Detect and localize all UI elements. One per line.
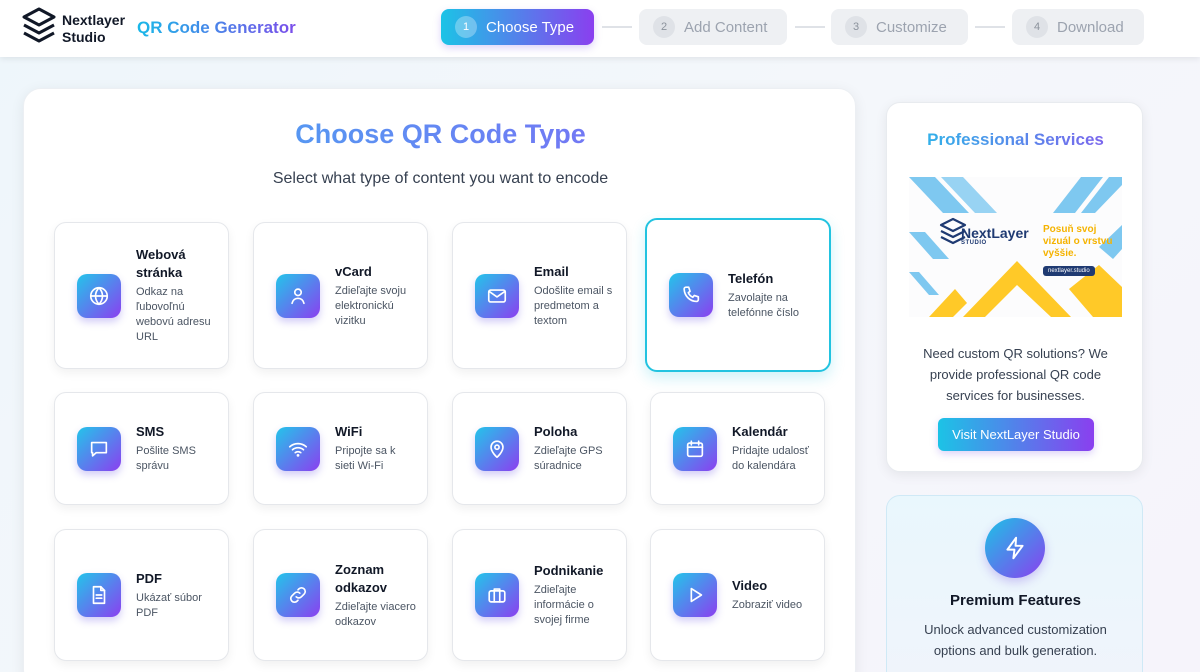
premium-title: Premium Features <box>950 592 1081 609</box>
type-description: Ukázať súbor PDF <box>136 591 202 619</box>
page-subtitle: Select what type of content you want to … <box>272 170 609 187</box>
type-title: WiFi <box>335 424 363 439</box>
step-number: 3 <box>845 16 867 38</box>
type-card-email[interactable]: Email Odošlite email s predmetom a texto… <box>452 222 627 369</box>
message-icon <box>77 426 121 471</box>
brand-line1: Nextlayer <box>62 12 126 28</box>
type-description: Odkaz na ľubovoľnú webovú adresu URL <box>136 286 211 343</box>
step-connector <box>602 26 632 28</box>
user-icon <box>276 273 320 318</box>
wifi-icon <box>276 426 320 471</box>
brand-line2: Studio <box>62 29 106 45</box>
type-card-phone[interactable]: Telefón Zavolajte na telefónne číslo <box>645 218 831 372</box>
banner-slogan: Posuň svoj vizuál o vrstvu vyššie. <box>1043 224 1113 259</box>
type-card-sms[interactable]: SMS Pošlite SMS správu <box>54 392 229 505</box>
type-title: Webová stránka <box>136 247 186 280</box>
page-title: Choose QR Code Type <box>24 119 857 150</box>
banner-brand: NextLayer <box>961 225 1029 241</box>
type-card-pdf[interactable]: PDF Ukázať súbor PDF <box>54 529 229 661</box>
type-card-link-list[interactable]: Zoznam odkazov Zdieľajte viacero odkazov <box>253 529 428 661</box>
type-title: Kalendár <box>732 424 788 439</box>
phone-icon <box>669 273 713 317</box>
type-description: Zdieľajte viacero odkazov <box>335 600 416 628</box>
premium-description: Unlock advanced customization options an… <box>924 622 1107 658</box>
type-description: Zavolajte na telefónne číslo <box>728 291 799 319</box>
step-label: Download <box>1057 18 1124 36</box>
step-connector <box>795 26 825 28</box>
top-header: Nextlayer Studio QR Code Generator 1 Cho… <box>0 0 1200 57</box>
bolt-icon <box>985 518 1045 578</box>
type-card-business[interactable]: Podnikanie Zdieľajte informácie o svojej… <box>452 529 627 661</box>
premium-features-card: Premium Features Unlock advanced customi… <box>886 495 1143 672</box>
type-title: Email <box>534 263 569 279</box>
globe-icon <box>77 273 121 318</box>
link-icon <box>276 573 320 617</box>
type-title: vCard <box>335 263 372 279</box>
type-card-vcard[interactable]: vCard Zdieľajte svoju elektronickú vizit… <box>253 222 428 369</box>
type-description: Pripojte sa k sieti Wi-Fi <box>335 445 396 472</box>
map-pin-icon <box>475 426 519 471</box>
briefcase-icon <box>475 573 519 617</box>
professional-services-card: Professional Services NextLayer STUDIO P… <box>886 102 1143 472</box>
banner-sub: STUDIO <box>961 240 987 246</box>
play-icon <box>673 573 717 617</box>
type-title: Zoznam odkazov <box>335 561 388 595</box>
step-download[interactable]: 4 Download <box>1012 9 1144 45</box>
nextlayer-banner[interactable]: NextLayer STUDIO Posuň svoj vizuál o vrs… <box>909 177 1122 317</box>
type-title: SMS <box>136 424 165 439</box>
mail-icon <box>475 273 519 318</box>
type-card-wifi[interactable]: WiFi Pripojte sa k sieti Wi-Fi <box>253 392 428 505</box>
step-choose-type[interactable]: 1 Choose Type <box>441 9 594 45</box>
app-title: QR Code Generator <box>137 18 296 37</box>
type-description: Zobraziť video <box>732 599 803 611</box>
services-description: Need custom QR solutions? We provide pro… <box>923 346 1108 403</box>
type-title: PDF <box>136 570 162 586</box>
type-title: Video <box>732 578 768 593</box>
type-card-website[interactable]: Webová stránka Odkaz na ľubovoľnú webovú… <box>54 222 229 369</box>
step-label: Customize <box>876 18 947 36</box>
type-card-location[interactable]: Poloha Zdieľajte GPS súradnice <box>452 392 627 505</box>
type-description: Zdieľajte GPS súradnice <box>534 445 603 472</box>
step-number: 4 <box>1026 16 1048 38</box>
step-label: Choose Type <box>486 18 575 36</box>
calendar-icon <box>673 426 717 471</box>
step-number: 1 <box>455 16 477 38</box>
type-description: Pridajte udalosť do kalendára <box>732 445 809 472</box>
step-customize[interactable]: 3 Customize <box>831 9 968 45</box>
brand-name[interactable]: Nextlayer Studio <box>62 12 125 46</box>
type-title: Poloha <box>534 424 578 439</box>
step-label: Add Content <box>684 18 768 36</box>
visit-nextlayer-button[interactable]: Visit NextLayer Studio <box>938 418 1094 451</box>
step-number: 2 <box>653 16 675 38</box>
type-title: Telefón <box>728 270 774 286</box>
type-description: Pošlite SMS správu <box>136 445 196 472</box>
type-card-calendar[interactable]: Kalendár Pridajte udalosť do kalendára <box>650 392 825 505</box>
banner-url: nextlayer.studio <box>1043 266 1095 276</box>
logo-icon[interactable] <box>22 7 56 49</box>
step-connector <box>975 26 1005 28</box>
services-title: Professional Services <box>887 130 1144 150</box>
type-description: Odošlite email s predmetom a textom <box>534 284 613 327</box>
type-selection-panel: Choose QR Code Type Select what type of … <box>23 88 856 672</box>
type-card-video[interactable]: Video Zobraziť video <box>650 529 825 661</box>
step-add-content[interactable]: 2 Add Content <box>639 9 787 45</box>
type-title: Podnikanie <box>534 563 604 578</box>
type-description: Zdieľajte svoju elektronickú vizitku <box>335 284 407 327</box>
file-icon <box>77 573 121 617</box>
type-description: Zdieľajte informácie o svojej firme <box>534 584 594 626</box>
